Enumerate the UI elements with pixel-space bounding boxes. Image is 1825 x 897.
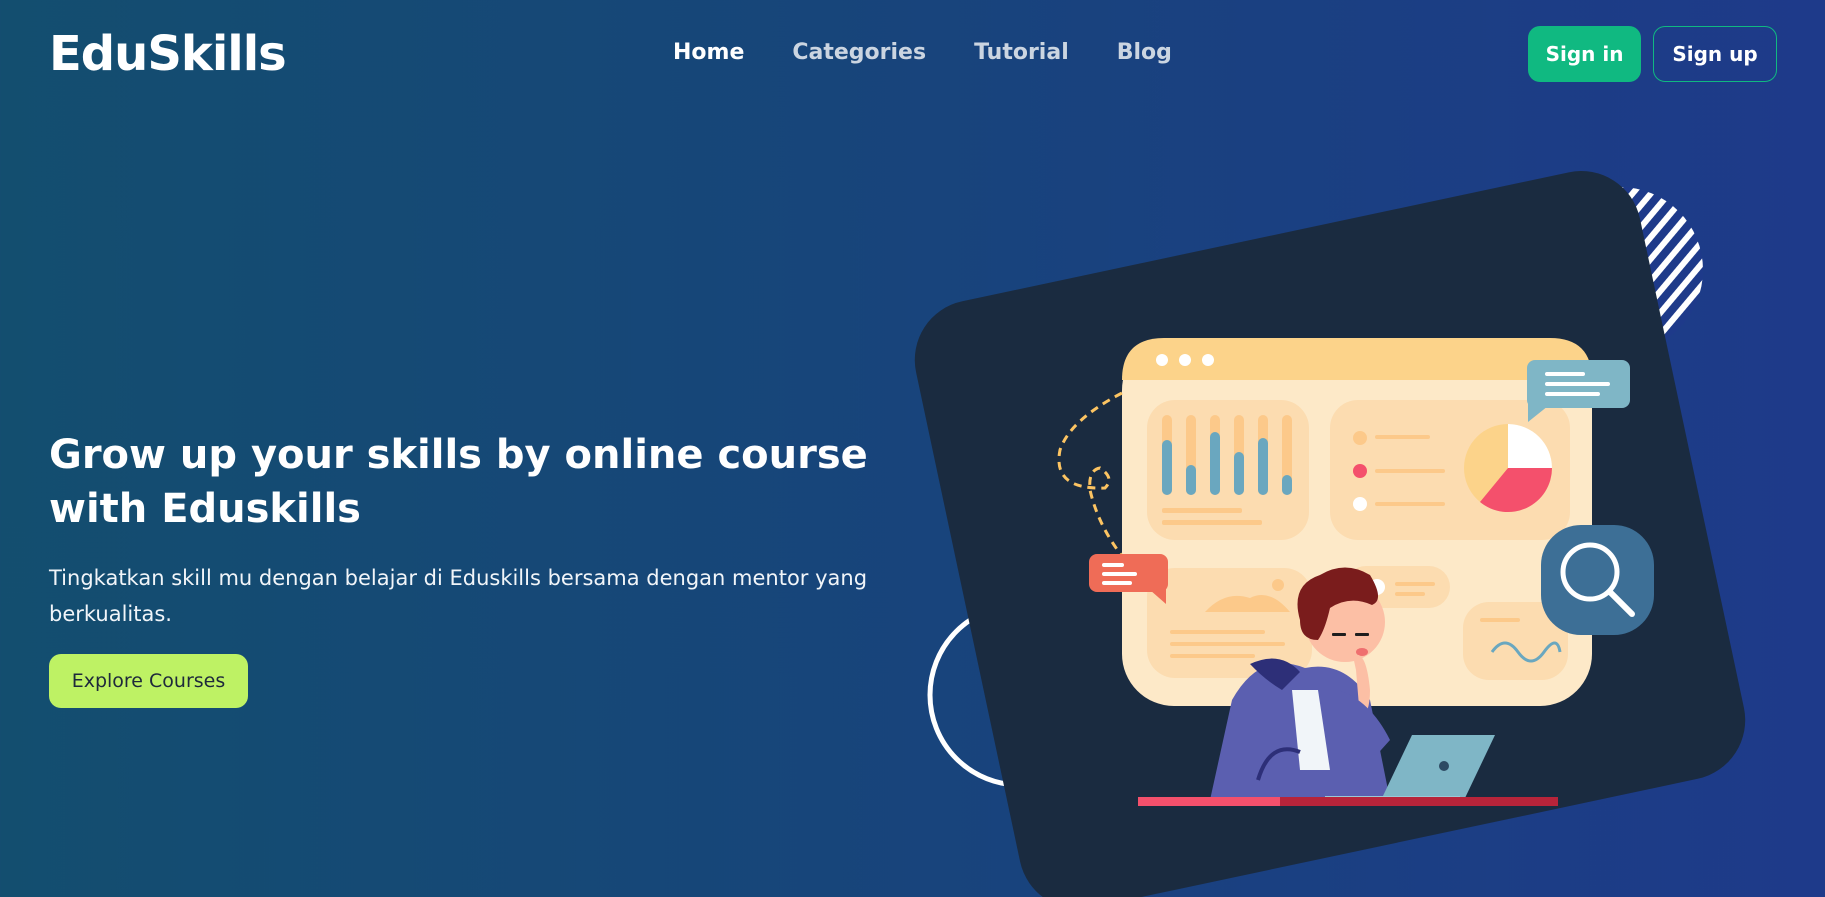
brand-logo[interactable]: EduSkills xyxy=(49,26,287,82)
hero-illustration-svg xyxy=(914,171,1746,897)
hero-illustration xyxy=(900,150,1800,897)
explore-courses-button[interactable]: Explore Courses xyxy=(49,654,248,708)
pie-chart-panel xyxy=(1330,400,1570,540)
nav-tutorial[interactable]: Tutorial xyxy=(974,40,1069,65)
bar-chart-panel xyxy=(1147,400,1309,540)
nav-home[interactable]: Home xyxy=(673,40,744,65)
nav-categories[interactable]: Categories xyxy=(792,40,926,65)
magnifier-icon xyxy=(1541,525,1654,635)
main-nav: Home Categories Tutorial Blog xyxy=(673,40,1172,65)
signup-button[interactable]: Sign up xyxy=(1653,26,1777,82)
desk-right xyxy=(1280,797,1558,806)
navbar: EduSkills Home Categories Tutorial Blog … xyxy=(0,0,1825,112)
signin-button[interactable]: Sign in xyxy=(1528,26,1641,82)
nav-blog[interactable]: Blog xyxy=(1117,40,1172,65)
hero-subtitle: Tingkatkan skill mu dengan belajar di Ed… xyxy=(49,566,868,626)
hero-section: Grow up your skills by online course wit… xyxy=(49,428,889,708)
auth-buttons: Sign in Sign up xyxy=(1528,26,1777,82)
desk-left xyxy=(1138,797,1280,806)
image-panel xyxy=(1147,568,1312,678)
pie-chart-icon xyxy=(1464,424,1552,513)
hero-title: Grow up your skills by online course wit… xyxy=(49,432,868,532)
